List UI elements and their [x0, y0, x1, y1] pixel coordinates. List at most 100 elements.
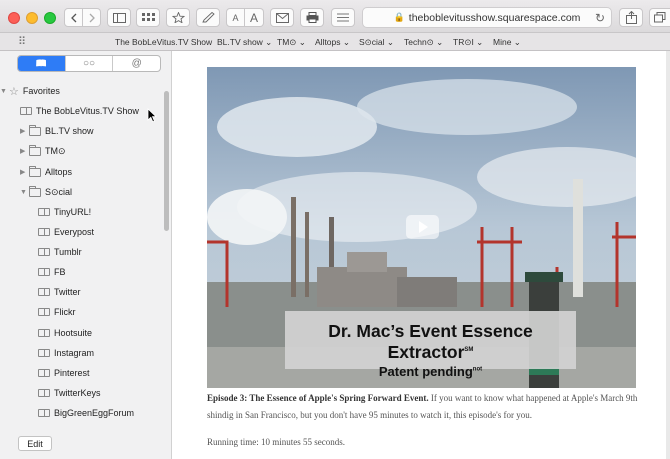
sidebar-item-tumblr[interactable]: Tumblr [38, 243, 82, 261]
folder-icon [29, 165, 41, 177]
sidebar-item-bltv-show[interactable]: ▶ BL.TV show [20, 122, 94, 140]
running-time: Running time: 10 minutes 55 seconds. [207, 437, 345, 447]
sidebar-item-pinterest[interactable]: Pinterest [38, 364, 90, 382]
episode-title: Episode 3: The Essence of Apple's Spring… [207, 393, 427, 403]
sidebar-item-label: TwitterKeys [54, 388, 101, 398]
sidebar-icon [112, 12, 126, 23]
grid-icon [141, 13, 155, 21]
book-icon [38, 409, 50, 417]
sidebar-item-flickr[interactable]: Flickr [38, 303, 76, 321]
tabs-icon [654, 12, 666, 23]
folder-icon [29, 185, 41, 197]
forward-button[interactable] [83, 8, 101, 27]
folder-icon [29, 124, 41, 136]
sidebar-item-label: Favorites [22, 86, 60, 96]
address-bar-url: theboblevitusshow.squarespace.com [408, 11, 581, 24]
top-sites-button[interactable] [136, 8, 160, 27]
disclosure-open-icon[interactable]: ▼ [20, 189, 29, 196]
markup-button[interactable] [196, 8, 220, 27]
reader-lines-icon [337, 13, 349, 22]
text-smaller-button[interactable]: A [226, 8, 245, 27]
sidebar-item-instagram[interactable]: Instagram [38, 344, 94, 362]
disclosure-open-icon[interactable]: ▼ [0, 88, 9, 95]
mouse-cursor-icon [147, 108, 157, 123]
sidebar-item-label: BigGreenEggForum [54, 408, 135, 418]
sidebar-item-alltops[interactable]: ▶ Alltops [20, 163, 72, 181]
sidebar-scrollbar[interactable] [164, 91, 169, 231]
disclosure-closed-icon[interactable]: ▶ [20, 127, 29, 135]
bookmark-bar-folder[interactable]: Alltops ⌄ [315, 37, 350, 48]
sidebar-item-twitter[interactable]: Twitter [38, 283, 81, 301]
book-icon [38, 349, 50, 357]
sidebar-item-everypost[interactable]: Everypost [38, 223, 94, 241]
sidebar-item-label: TinyURL! [54, 207, 92, 217]
sidebar-item-label: Tumblr [54, 247, 82, 257]
sidebar-item-label: Flickr [54, 307, 76, 317]
book-icon [38, 369, 50, 377]
pencil-icon [201, 12, 215, 23]
book-icon [38, 288, 50, 296]
at-sign-icon: @ [131, 58, 142, 69]
book-icon [38, 228, 50, 236]
minimize-window-button[interactable] [26, 12, 38, 24]
close-window-button[interactable] [8, 12, 20, 24]
print-button[interactable] [300, 8, 324, 27]
sidebar-item-label: BL.TV show [45, 126, 94, 136]
sidebar-item-social[interactable]: ▼ S⊙cial [20, 183, 72, 201]
service-mark: SM [464, 347, 474, 354]
zoom-window-button[interactable] [44, 12, 56, 24]
folder-icon [29, 144, 41, 156]
sidebar-item-tinyurl[interactable]: TinyURL! [38, 203, 91, 221]
video-title-card: Dr. Mac’s Event Essence ExtractorSM Pate… [285, 311, 576, 379]
sidebar-item-label: FB [54, 267, 66, 277]
tabs-overview-button[interactable] [649, 8, 670, 27]
chevron-left-icon [70, 13, 76, 22]
sidebar-item-tm[interactable]: ▶ TM⊙ [20, 142, 66, 160]
mail-button[interactable] [270, 8, 294, 27]
play-button[interactable] [406, 215, 439, 239]
sidebar-item-biggreeneggforum[interactable]: BigGreenEggForum [38, 404, 134, 422]
bookmark-bar-folder[interactable]: BL.TV show ⌄ [217, 37, 272, 48]
reader-button[interactable] [331, 8, 355, 27]
tab-shared-links[interactable]: @ [112, 56, 160, 71]
bookmark-bar-folder[interactable]: S⊙cial ⌄ [359, 37, 394, 48]
book-icon [38, 208, 50, 216]
edit-bookmarks-button[interactable]: Edit [18, 436, 52, 451]
sidebar-item-boblevitus-show[interactable]: The BobLeVitus.TV Show [20, 102, 139, 120]
video-player[interactable]: Dr. Mac’s Event Essence ExtractorSM Pate… [207, 67, 636, 388]
bookmark-bar-folder[interactable]: TR⊙I ⌄ [453, 37, 483, 48]
show-all-bookmarks-icon[interactable]: ⠿ [18, 35, 26, 48]
text-smaller-label: A [232, 12, 239, 23]
sidebar-item-label: Twitter [54, 287, 81, 297]
address-bar[interactable]: 🔒 theboblevitusshow.squarespace.com ↻ [362, 7, 612, 28]
sidebar-item-favorites[interactable]: ▼ ☆ Favorites [0, 82, 60, 100]
sidebar-item-fb[interactable]: FB [38, 263, 66, 281]
video-title-text: Dr. Mac’s Event Essence Extractor [328, 321, 533, 362]
tab-reading-list[interactable]: ○○ [64, 56, 113, 71]
book-icon: 📖 [35, 58, 47, 68]
glasses-icon: ○○ [82, 58, 96, 69]
sidebar-toggle-button[interactable] [107, 8, 131, 27]
text-larger-button[interactable]: A [245, 8, 264, 27]
web-content: Dr. Mac’s Event Essence ExtractorSM Pate… [173, 51, 670, 459]
video-subtitle-text: Patent pending [378, 364, 473, 379]
printer-icon [306, 12, 318, 23]
bookmark-bar-folder[interactable]: Mine ⌄ [493, 37, 521, 48]
browser-toolbar: A A 🔒 theboblevitusshow.squarespace.com … [0, 0, 670, 33]
sidebar-item-label: Hootsuite [54, 328, 93, 338]
sidebar-item-label: Everypost [54, 227, 95, 237]
tab-bookmarks[interactable]: 📖 [18, 56, 65, 71]
sidebar-item-hootsuite[interactable]: Hootsuite [38, 324, 92, 342]
bookmark-bar-folder[interactable]: Techn⊙ ⌄ [404, 37, 443, 48]
sidebar-item-label: Instagram [54, 348, 95, 358]
back-button[interactable] [64, 8, 83, 27]
share-button[interactable] [619, 8, 643, 27]
sidebar-item-twitterkeys[interactable]: TwitterKeys [38, 384, 101, 402]
bookmark-bar-item[interactable]: The BobLeVitus.TV Show [115, 37, 212, 47]
add-bookmark-button[interactable] [166, 8, 190, 27]
reload-icon[interactable]: ↻ [595, 11, 605, 25]
bookmark-bar-folder[interactable]: TM⊙ ⌄ [277, 37, 306, 48]
disclosure-closed-icon[interactable]: ▶ [20, 168, 29, 176]
subtitle-superscript: not [472, 366, 483, 373]
disclosure-closed-icon[interactable]: ▶ [20, 147, 29, 155]
